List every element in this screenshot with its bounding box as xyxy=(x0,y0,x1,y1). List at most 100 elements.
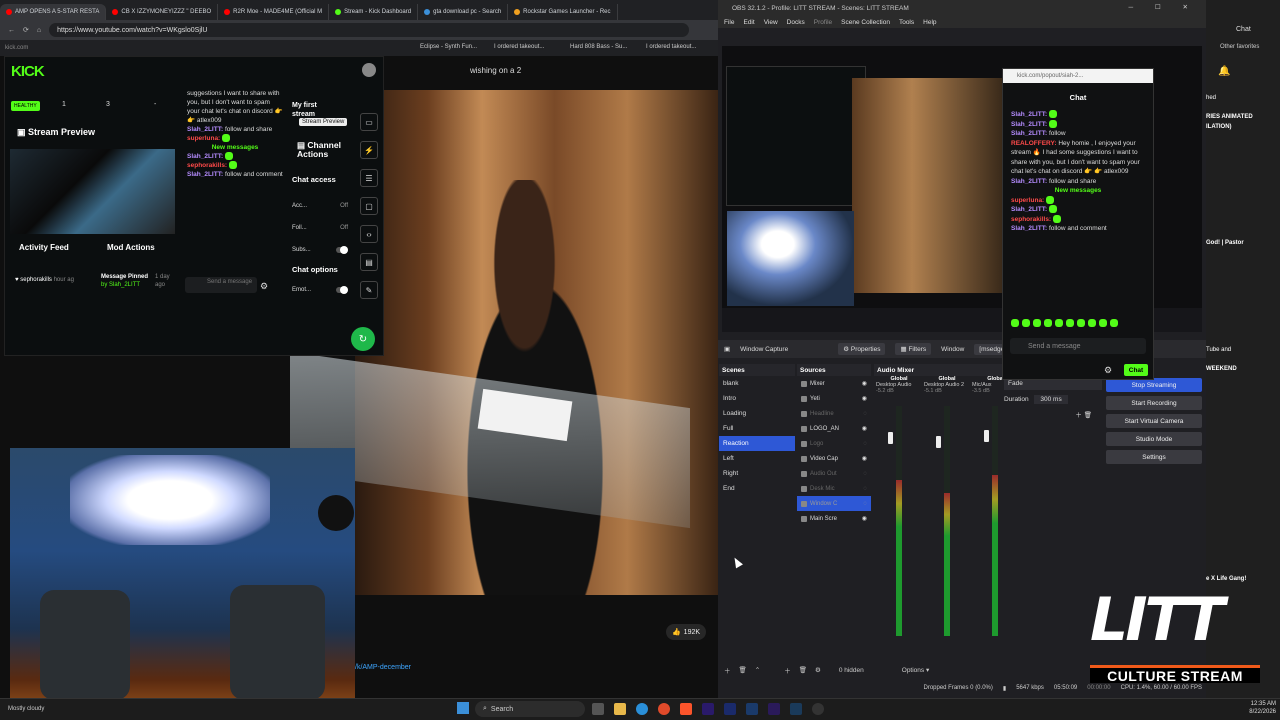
add-icon[interactable]: ＋ xyxy=(724,665,731,675)
bookmark[interactable]: I ordered takeout... xyxy=(494,44,544,50)
scene-item[interactable]: blank xyxy=(719,376,795,391)
obs-icon[interactable] xyxy=(812,703,824,715)
scene-item[interactable]: Right xyxy=(719,466,795,481)
eye-icon[interactable]: ◉ xyxy=(862,425,871,432)
eye-off-icon[interactable]: ◌ xyxy=(863,501,871,507)
popout-send-input[interactable]: Send a message xyxy=(1010,338,1146,354)
chat-user[interactable]: superluna: xyxy=(1011,197,1046,204)
after-effects-icon[interactable] xyxy=(768,703,780,715)
source-item-selected[interactable]: Window C ◌ xyxy=(797,496,871,511)
mod-actions-heading[interactable]: Mod Actions xyxy=(107,243,167,252)
kick-send-message-input[interactable]: Send a message xyxy=(185,277,257,293)
chat-user[interactable]: Slah_2LITT: xyxy=(1011,206,1049,213)
url-field[interactable]: https://www.youtube.com/watch?v=WKgslo0S… xyxy=(49,23,690,37)
photoshop-icon[interactable] xyxy=(746,703,758,715)
bookmark[interactable]: Eclipse - Synth Fun... xyxy=(420,44,477,50)
browser-tab[interactable]: Stream - Kick Dashboard xyxy=(329,4,419,20)
menu-edit[interactable]: Edit xyxy=(743,19,754,26)
browser-tab[interactable]: Rockstar Games Launcher - Rec xyxy=(508,4,618,20)
back-icon[interactable]: ← xyxy=(8,27,15,34)
settings-button[interactable]: Settings xyxy=(1106,450,1202,464)
menu-profile[interactable]: Profile xyxy=(814,19,832,26)
eye-icon[interactable]: ◉ xyxy=(862,395,871,402)
bookmark[interactable]: I ordered takeout... xyxy=(646,44,696,50)
emote-icon[interactable] xyxy=(1044,319,1052,327)
emote-icon[interactable] xyxy=(1022,319,1030,327)
source-item[interactable]: Headline ◌ xyxy=(797,406,871,421)
volume-fader[interactable] xyxy=(984,430,989,442)
steam-icon[interactable] xyxy=(790,703,802,715)
eye-icon[interactable]: ◉ xyxy=(862,380,871,387)
menu-view[interactable]: View xyxy=(764,19,778,26)
source-item[interactable]: Audio Out ◌ xyxy=(797,466,871,481)
stream-preview-thumbnail[interactable] xyxy=(10,149,175,234)
emote-icon[interactable] xyxy=(1055,319,1063,327)
scene-item[interactable]: End xyxy=(719,481,795,496)
refresh-icon[interactable]: ⟳ xyxy=(23,26,29,34)
browser-tab[interactable]: R2R Moe - MADE4ME (Official M xyxy=(218,4,330,20)
kick-fab-button[interactable]: ↻ xyxy=(351,327,375,351)
wrench-icon[interactable]: ✎ xyxy=(360,281,378,299)
emote-icon[interactable] xyxy=(1066,319,1074,327)
up-icon[interactable]: ⌃ xyxy=(755,666,760,674)
emote-icon[interactable] xyxy=(1077,319,1085,327)
menu-tools[interactable]: Tools xyxy=(899,19,914,26)
home-icon[interactable]: ⌂ xyxy=(37,27,41,34)
start-virtual-camera-button[interactable]: Start Virtual Camera xyxy=(1106,414,1202,428)
eye-icon[interactable]: ◉ xyxy=(862,455,871,462)
file-explorer-icon[interactable] xyxy=(614,703,626,715)
scene-item[interactable]: Intro xyxy=(719,391,795,406)
start-recording-button[interactable]: Start Recording xyxy=(1106,396,1202,410)
other-favorites[interactable]: Other favorites xyxy=(1220,44,1259,50)
source-item[interactable]: Desk Mic ◌ xyxy=(797,481,871,496)
studio-mode-button[interactable]: Studio Mode xyxy=(1106,432,1202,446)
trash-icon[interactable]: 🗑 xyxy=(799,666,807,674)
emote-icon[interactable] xyxy=(1088,319,1096,327)
browser-tab[interactable]: AMP OPENS A 5-STAR RESTA xyxy=(0,4,107,20)
add-icon[interactable]: ＋ xyxy=(784,665,791,675)
filters-button[interactable]: ▦ Filters xyxy=(895,343,932,355)
chat-access-row[interactable]: Subs... xyxy=(292,239,348,261)
like-button[interactable]: 👍 192K xyxy=(666,624,706,640)
scene-item[interactable]: Loading xyxy=(719,406,795,421)
lightning-icon[interactable]: ⚡ xyxy=(360,141,378,159)
eye-off-icon[interactable]: ◌ xyxy=(863,411,871,417)
menu-scene-collection[interactable]: Scene Collection xyxy=(841,19,890,26)
toggle-switch[interactable] xyxy=(336,246,348,254)
list-icon[interactable]: ☰ xyxy=(360,169,378,187)
toggle-switch[interactable] xyxy=(336,286,348,294)
menu-docks[interactable]: Docks xyxy=(787,19,805,26)
emote-icon[interactable] xyxy=(1110,319,1118,327)
add-icon[interactable]: ＋ xyxy=(1075,412,1082,419)
chat-user[interactable]: sephorakills: xyxy=(1011,216,1053,223)
weather-widget[interactable]: Mostly cloudy xyxy=(8,706,44,712)
trash-icon[interactable]: 🗑 xyxy=(739,666,747,674)
gear-icon[interactable]: ⚙ xyxy=(260,281,268,292)
task-view-icon[interactable] xyxy=(592,703,604,715)
chat-access-row[interactable]: Acc... Off xyxy=(292,195,348,217)
chrome-icon[interactable] xyxy=(658,703,670,715)
stop-streaming-button[interactable]: Stop Streaming xyxy=(1106,378,1202,392)
chat-option-row[interactable]: Emot... xyxy=(292,286,348,294)
kick-logo[interactable]: KICK xyxy=(11,63,45,80)
duration-input[interactable]: 300 ms xyxy=(1034,395,1068,404)
trash-icon[interactable]: 🗑 xyxy=(1084,412,1092,419)
gear-icon[interactable]: ⚙ xyxy=(1104,365,1112,376)
channel-actions-heading[interactable]: ▤ Channel Actions xyxy=(297,141,355,159)
chat-user[interactable]: REALOFFERY: xyxy=(1011,140,1058,147)
popout-url-bar[interactable]: kick.com/popout/siah-2... xyxy=(1003,69,1153,83)
source-item[interactable]: LOGO_AN ◉ xyxy=(797,421,871,436)
emote-icon[interactable] xyxy=(1099,319,1107,327)
source-item[interactable]: Video Cap ◉ xyxy=(797,451,871,466)
eye-off-icon[interactable]: ◌ xyxy=(863,486,871,492)
chat-icon[interactable]: ▢ xyxy=(360,197,378,215)
chat-user[interactable]: Slah_2LITT: xyxy=(1011,225,1049,232)
menu-file[interactable]: File xyxy=(724,19,734,26)
audition-icon[interactable] xyxy=(724,703,736,715)
browser-tab[interactable]: gta download pc - Search xyxy=(418,4,509,20)
window-controls[interactable]: ─ ☐ ✕ xyxy=(1129,3,1199,11)
emote-icon[interactable] xyxy=(1033,319,1041,327)
activity-feed-heading[interactable]: Activity Feed xyxy=(19,243,79,252)
options-button[interactable]: Options ▾ xyxy=(902,666,929,674)
chat-send-button[interactable]: Chat xyxy=(1124,364,1148,376)
